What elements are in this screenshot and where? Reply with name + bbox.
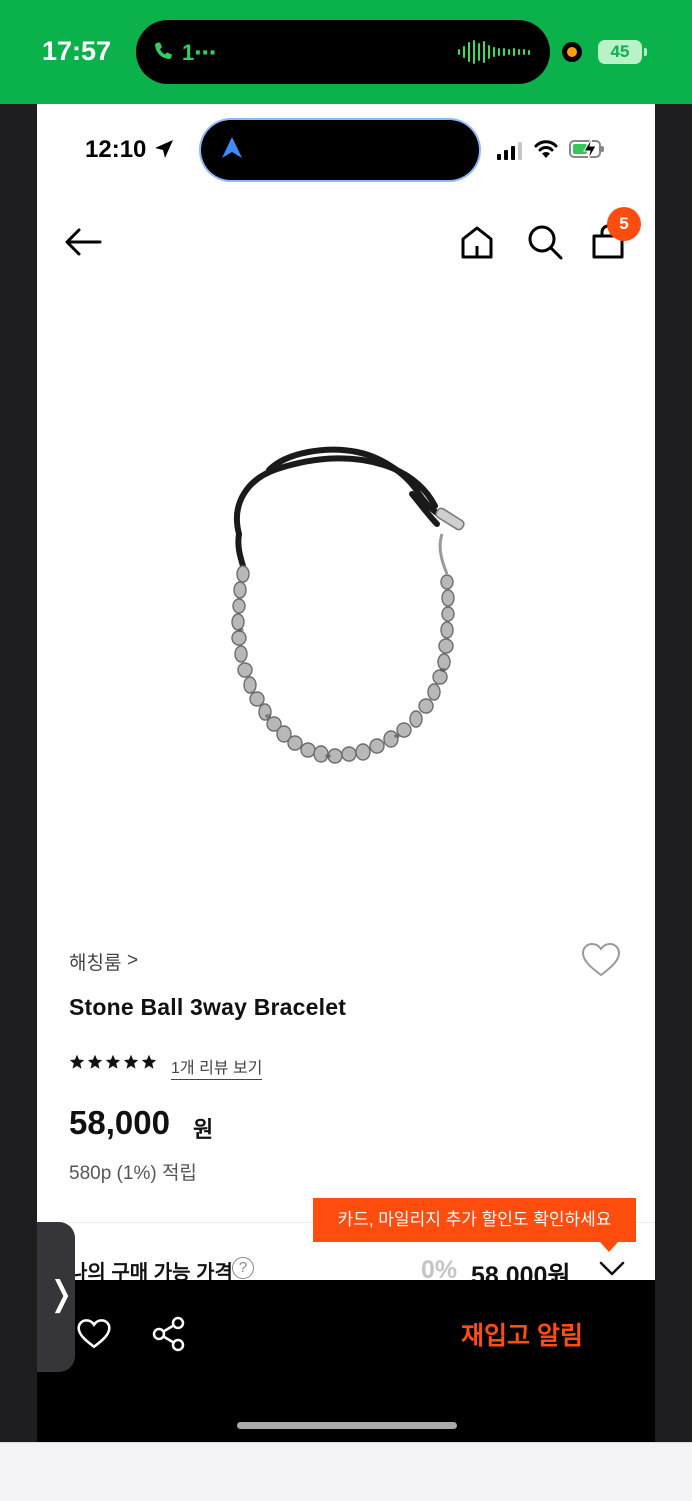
location-arrow-icon bbox=[155, 140, 173, 158]
side-drawer-handle[interactable]: ❭ bbox=[37, 1222, 76, 1372]
brand-chevron-icon: > bbox=[127, 950, 139, 971]
star-icon bbox=[123, 1054, 139, 1069]
home-icon[interactable] bbox=[459, 224, 495, 260]
charging-bolt-icon bbox=[583, 137, 597, 161]
product-title: Stone Ball 3way Bracelet bbox=[69, 994, 347, 1020]
review-link[interactable]: 1개 리뷰 보기 bbox=[171, 1054, 263, 1080]
star-icon bbox=[105, 1054, 121, 1069]
chevron-right-icon: ❭ bbox=[47, 1275, 76, 1313]
rating-stars bbox=[69, 1054, 157, 1070]
wishlist-heart-icon[interactable] bbox=[581, 942, 621, 978]
wifi-icon bbox=[534, 140, 558, 158]
chevron-down-icon[interactable] bbox=[599, 1260, 625, 1278]
product-price: 58,000 bbox=[69, 1104, 170, 1141]
star-icon bbox=[141, 1054, 157, 1069]
phone-call-icon bbox=[152, 40, 176, 70]
home-indicator[interactable] bbox=[237, 1422, 457, 1429]
cellular-signal-icon bbox=[497, 140, 522, 160]
cart-count-badge: 5 bbox=[607, 207, 641, 241]
microphone-indicator-icon bbox=[562, 42, 582, 62]
outer-status-time: 17:57 bbox=[42, 36, 112, 66]
inner-status-time: 12:10 bbox=[85, 136, 147, 163]
outer-battery-indicator: 45 bbox=[598, 40, 647, 64]
help-icon[interactable]: ? bbox=[232, 1257, 254, 1279]
navigation-arrow-icon bbox=[222, 137, 242, 158]
bottom-action-bar: 재입고 알림 bbox=[37, 1280, 655, 1442]
back-arrow-icon[interactable] bbox=[63, 226, 103, 258]
brand-link[interactable]: 해칭룸 bbox=[69, 948, 121, 975]
star-icon bbox=[69, 1054, 85, 1069]
app-screen: 12:10 5 해칭룸 > Stone Ball 3way Bracelet 1… bbox=[37, 104, 655, 1442]
inner-dynamic-island[interactable] bbox=[201, 120, 479, 180]
price-unit: 원 bbox=[193, 1117, 214, 1142]
restock-alert-button[interactable]: 재입고 알림 bbox=[461, 1316, 583, 1352]
audio-waveform-icon bbox=[458, 40, 530, 64]
search-icon[interactable] bbox=[527, 224, 563, 260]
star-icon bbox=[87, 1054, 103, 1069]
reward-points: 580p (1%) 적립 bbox=[69, 1163, 197, 1184]
bottom-strip bbox=[0, 1442, 692, 1501]
heart-icon[interactable] bbox=[77, 1318, 111, 1350]
call-duration: 1⋯ bbox=[182, 40, 217, 65]
product-image[interactable] bbox=[207, 434, 487, 794]
discount-tooltip[interactable]: 카드, 마일리지 추가 할인도 확인하세요 bbox=[313, 1198, 636, 1252]
share-icon[interactable] bbox=[151, 1316, 187, 1352]
